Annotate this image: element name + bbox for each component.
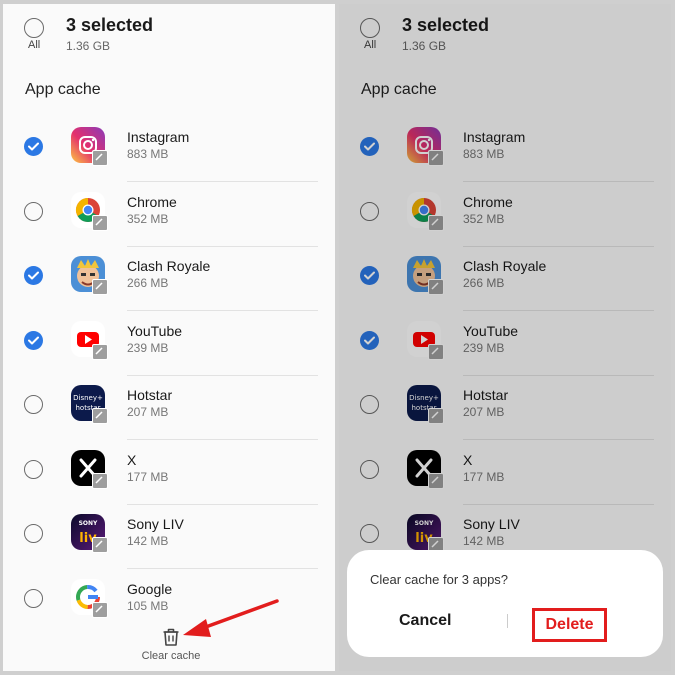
- delete-button-highlight: Delete: [532, 608, 607, 642]
- shortcut-badge-icon: [92, 472, 108, 489]
- app-cache-size: 883 MB: [127, 147, 169, 161]
- app-cache-size: 207 MB: [127, 405, 169, 419]
- app-row[interactable]: Clash Royale 266 MB: [3, 247, 335, 311]
- app-row[interactable]: Google105 MB: [3, 570, 335, 634]
- checkbox-checked[interactable]: [24, 266, 43, 285]
- app-row[interactable]: Chrome 352 MB: [3, 183, 335, 247]
- app-name: Instagram: [127, 129, 190, 145]
- checkbox-unchecked[interactable]: [24, 524, 43, 543]
- shortcut-badge-icon: [92, 214, 108, 231]
- app-name: X: [127, 451, 137, 468]
- shortcut-badge-icon: [92, 150, 108, 166]
- app-cache-panel-before: All 3 selected 1.36 GB App cache Instagr…: [3, 4, 335, 671]
- app-row[interactable]: Disney+ hotstar Hotstar 207 MB: [3, 376, 335, 440]
- checkbox-checked[interactable]: [24, 330, 43, 350]
- shortcut-badge-icon: [92, 279, 108, 295]
- selected-total-size: 1.36 GB: [66, 39, 111, 53]
- checkbox-unchecked[interactable]: [24, 459, 43, 479]
- shortcut-badge-icon: [92, 537, 108, 553]
- shortcut-badge-icon: [92, 408, 108, 424]
- app-name: Google: [127, 580, 173, 597]
- app-name: YouTube: [127, 322, 183, 339]
- app-name: Chrome: [127, 193, 177, 210]
- section-title: App cache: [25, 81, 101, 98]
- selection-header: All 3 selected 1.36 GB: [3, 4, 335, 64]
- app-cache-size: 105 MB: [127, 598, 169, 613]
- checkbox-unchecked[interactable]: [24, 201, 43, 221]
- select-all-checkbox[interactable]: [24, 18, 44, 38]
- app-cache-size: 352 MB: [127, 211, 169, 226]
- app-cache-size: 239 MB: [127, 340, 169, 355]
- app-cache-size: 266 MB: [127, 276, 169, 290]
- app-cache-panel-after: All 3 selected 1.36 GB App cache Instagr…: [339, 4, 671, 671]
- trash-icon: [163, 628, 179, 646]
- app-cache-size: 177 MB: [127, 469, 169, 484]
- app-name: Clash Royale: [127, 258, 211, 274]
- clear-cache-dialog: Clear cache for 3 apps?: [347, 550, 663, 657]
- cancel-button[interactable]: Cancel: [399, 612, 451, 630]
- app-cache-size: 142 MB: [127, 534, 169, 548]
- selected-count-title: 3 selected: [66, 15, 154, 35]
- checkbox-unchecked[interactable]: [24, 588, 43, 608]
- checkbox-unchecked[interactable]: [24, 395, 43, 414]
- app-row[interactable]: Instagram 883 MB: [3, 118, 335, 182]
- app-name: Hotstar: [127, 387, 173, 403]
- shortcut-badge-icon: [92, 601, 108, 618]
- select-all-label: All: [28, 39, 41, 51]
- app-row[interactable]: SONY liv Sony LIV 142 MB: [3, 505, 335, 569]
- clear-cache-label: Clear cache: [141, 650, 201, 662]
- shortcut-badge-icon: [92, 343, 108, 360]
- app-row[interactable]: YouTube 239 MB: [3, 312, 335, 376]
- app-row[interactable]: X 177 MB: [3, 441, 335, 505]
- delete-button[interactable]: Delete: [535, 616, 604, 634]
- red-arrow-annotation: [183, 599, 279, 637]
- svg-text:SONY: SONY: [79, 520, 98, 527]
- svg-text:Disney+: Disney+: [73, 394, 103, 402]
- dialog-button-divider: [507, 614, 508, 628]
- checkbox-checked[interactable]: [24, 137, 43, 156]
- app-name: Sony LIV: [127, 516, 184, 532]
- dialog-message: Clear cache for 3 apps?: [370, 572, 509, 587]
